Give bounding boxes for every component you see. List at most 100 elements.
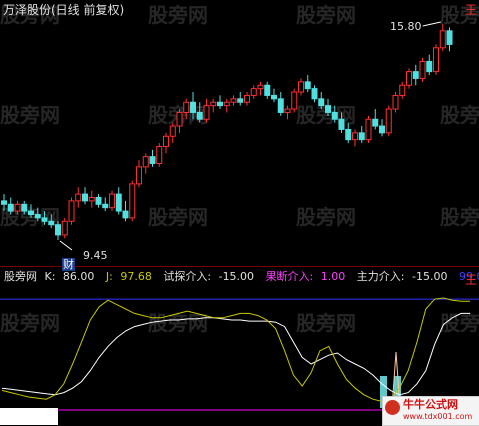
stamp-url: www.tdx001.com <box>403 412 473 421</box>
candle-down <box>7 203 14 212</box>
j-value: 97.68 <box>120 270 152 283</box>
candle-up <box>68 200 75 222</box>
candle-up <box>244 94 250 103</box>
watermark-layer: 股旁网股旁网股旁网股旁网股旁网股旁网股旁网股旁网股旁网股旁网股旁网股旁网股旁网股… <box>0 3 479 335</box>
candle-down <box>311 88 318 100</box>
candle-up <box>298 81 304 93</box>
candle-up <box>129 183 136 219</box>
candle-up <box>183 101 190 113</box>
candle-up <box>250 88 257 96</box>
watermark-text: 股旁网 <box>296 311 356 335</box>
watermark-text: 股旁网 <box>0 103 60 127</box>
indicator-panel[interactable] <box>0 297 479 411</box>
candle-down <box>412 71 419 79</box>
candle-down <box>426 60 433 73</box>
candle-down <box>102 203 109 209</box>
watermark-text: 股旁网 <box>148 311 208 335</box>
watermark-text: 股旁网 <box>296 3 356 27</box>
probe-label: 试探介入: <box>163 270 212 283</box>
high-arrow <box>422 21 441 27</box>
candle-up <box>75 193 82 202</box>
indicator-corner-label: 王 <box>464 273 477 287</box>
candle-up <box>385 108 392 134</box>
candle-up <box>439 30 446 49</box>
price-corner-label: 王 <box>464 3 477 17</box>
indicator-header: 股旁网 K: 86.00 J: 97.68 试探介入: -15.00 果断介入:… <box>4 270 479 284</box>
candle-up <box>203 105 210 120</box>
candle-up <box>284 108 291 113</box>
watermark-text: 股旁网 <box>0 311 60 335</box>
probe-readout: 试探介入: -15.00 <box>163 270 258 283</box>
candle-up <box>61 220 68 236</box>
candle-up <box>176 111 183 127</box>
candle-up <box>210 101 217 107</box>
stock-chart-window: 股旁网股旁网股旁网股旁网股旁网股旁网股旁网股旁网股旁网股旁网股旁网股旁网股旁网股… <box>0 0 479 426</box>
candle-down <box>264 84 271 96</box>
candle-down <box>41 217 48 222</box>
candle-down <box>331 111 338 120</box>
stamp-title: 牛牛公式网 <box>403 398 458 411</box>
candle-up <box>419 60 426 79</box>
candle-up <box>14 203 21 212</box>
candle-up <box>156 145 163 164</box>
main-label: 主力介入: <box>356 270 405 283</box>
decisive-label: 果断介入: <box>265 270 314 283</box>
candle-up <box>163 135 169 147</box>
candle-up <box>365 118 372 141</box>
watermark-text: 股旁网 <box>148 205 208 229</box>
candle-down <box>325 105 331 113</box>
j-readout: J: 97.68 <box>106 270 156 283</box>
candle-down <box>237 98 244 103</box>
main-readout: 主力介入: -15.00 <box>357 270 452 283</box>
candle-down <box>55 224 61 236</box>
j-label: J: <box>105 270 113 283</box>
candle-down <box>115 193 122 212</box>
candle-down <box>82 193 88 202</box>
k-value: 86.00 <box>62 270 95 283</box>
decisive-readout: 果断介入: 1.00 <box>266 270 350 283</box>
candle-down <box>345 128 352 141</box>
candle-down <box>190 101 196 113</box>
candle-down <box>122 210 129 219</box>
candle-down <box>271 94 277 100</box>
candle-up <box>88 196 95 202</box>
candle-down <box>277 98 284 113</box>
candle-down <box>149 156 156 164</box>
k-readout: K: 86.00 <box>45 270 99 283</box>
high-price-label: 15.80 <box>390 20 422 33</box>
chart-title: 万泽股份(日线 前复权) <box>3 3 125 17</box>
site-stamp: 牛牛公式网 www.tdx001.com <box>382 396 479 426</box>
candle-down <box>28 210 34 215</box>
indicator-name: 股旁网 <box>4 270 37 283</box>
candle-down <box>196 111 203 120</box>
low-price-label: 9.45 <box>83 249 108 262</box>
candle-down <box>48 220 55 226</box>
candle-up <box>109 193 115 209</box>
candle-up <box>352 132 358 141</box>
low-arrow <box>59 240 73 251</box>
decisive-value: 1.00 <box>320 270 346 283</box>
candle-up <box>392 94 399 110</box>
candle-down <box>304 81 311 90</box>
candle-down <box>1 200 7 205</box>
candle-down <box>95 196 102 205</box>
candle-down <box>318 98 325 107</box>
candle-down <box>379 125 385 134</box>
indicator-bottom-block <box>0 408 58 425</box>
candle-down <box>372 118 379 127</box>
candle-up <box>169 125 176 137</box>
candle-up <box>406 71 412 86</box>
candle-up <box>291 91 298 110</box>
probe-value: -15.00 <box>218 270 255 283</box>
candlestick-series[interactable] <box>1 24 453 240</box>
candle-up <box>433 47 439 73</box>
candle-down <box>446 30 453 45</box>
candle-down <box>21 203 28 212</box>
candle-down <box>338 118 345 130</box>
candle-down <box>217 101 223 107</box>
candle-down <box>358 132 365 141</box>
candle-up <box>230 98 237 103</box>
candle-up <box>399 84 406 96</box>
candle-up <box>136 166 142 185</box>
k-label: K: <box>44 270 56 283</box>
